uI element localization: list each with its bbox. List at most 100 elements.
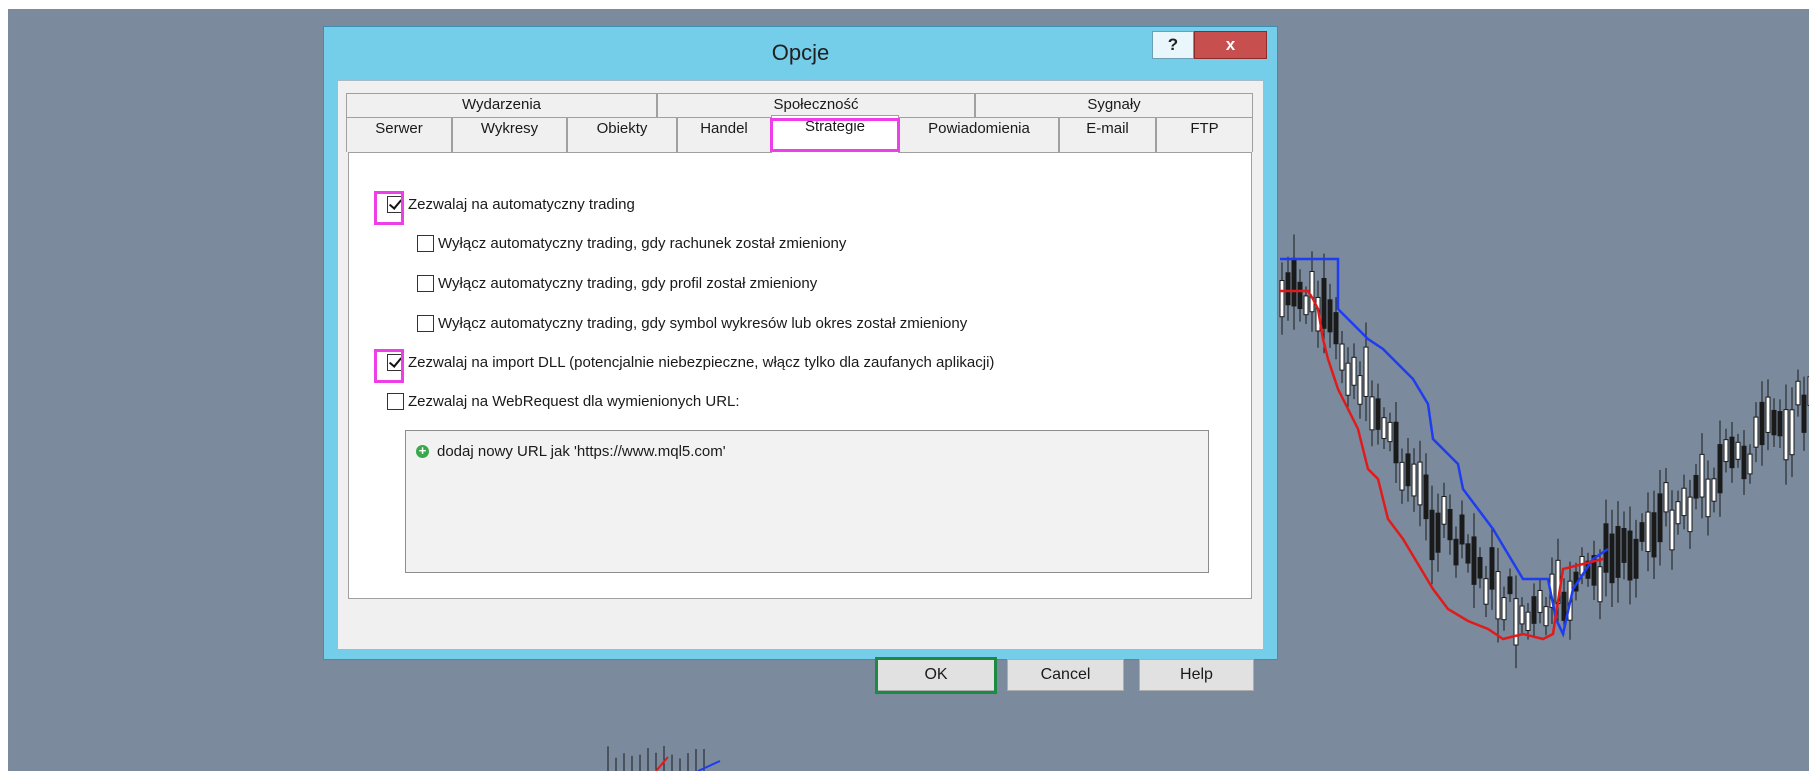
allow-webrequest-option[interactable]: Zezwalaj na WebRequest dla wymienionych … — [387, 393, 740, 410]
candle-body — [1711, 478, 1717, 502]
disable-on-profile-change-label: Wyłącz automatyczny trading, gdy profil … — [438, 275, 818, 292]
tab-strategie[interactable]: Strategie — [771, 115, 899, 153]
candle-body — [1309, 271, 1315, 313]
candle-body — [1369, 396, 1375, 431]
disable-on-account-change-label: Wyłącz automatyczny trading, gdy rachune… — [438, 235, 847, 252]
candle-body — [1603, 523, 1609, 573]
candle-body — [1627, 530, 1633, 581]
candle-body — [1453, 538, 1459, 566]
candle-body — [1663, 482, 1669, 513]
tab-wydarzenia[interactable]: Wydarzenia — [346, 93, 657, 117]
candle-body — [1477, 557, 1483, 579]
candle-body — [1747, 453, 1753, 475]
url-list[interactable]: + dodaj nowy URL jak 'https://www.mql5.c… — [405, 430, 1209, 573]
tab-serwer[interactable]: Serwer — [346, 117, 452, 152]
plus-circle-icon: + — [416, 444, 429, 458]
candle-body — [1435, 512, 1441, 553]
candle-body — [1693, 474, 1699, 499]
add-url-label: dodaj nowy URL jak 'https://www.mql5.com… — [437, 443, 726, 460]
candle-body — [1501, 597, 1507, 621]
disable-on-profile-change-checkbox[interactable] — [417, 275, 434, 292]
disable-on-account-change-checkbox[interactable] — [417, 235, 434, 252]
candle-body — [1327, 299, 1333, 333]
options-dialog: Opcje ? x Wydarzenia Społeczność Sygnały… — [323, 26, 1278, 694]
help-button[interactable]: Help — [1139, 659, 1254, 691]
candle-body — [1519, 605, 1525, 625]
candle-body — [1393, 421, 1399, 464]
candle-body — [1351, 356, 1357, 386]
candle-body — [1399, 461, 1405, 491]
candle-body — [1765, 396, 1771, 433]
candle-body — [1729, 436, 1735, 469]
candle-body — [1363, 346, 1369, 397]
candle-body — [1531, 596, 1537, 624]
dialog-client-area: Wydarzenia Społeczność Sygnały Serwer Wy… — [337, 80, 1264, 694]
candle-body — [1795, 380, 1801, 406]
candle-body — [1285, 272, 1291, 306]
dialog-title: Opcje — [771, 40, 830, 65]
allow-auto-trading-checkbox[interactable] — [387, 196, 404, 213]
candle-body — [1561, 591, 1567, 621]
candle-body — [1495, 571, 1501, 620]
candle-body — [1333, 312, 1339, 345]
candle-body — [1417, 461, 1423, 506]
candle-body — [1633, 538, 1639, 579]
allow-auto-trading-option[interactable]: Zezwalaj na automatyczny trading — [387, 196, 635, 213]
candle-body — [1321, 277, 1327, 329]
candle-body — [1717, 444, 1723, 494]
ok-button[interactable]: OK — [877, 659, 995, 691]
bottom-blue-line — [697, 760, 721, 771]
candle-body — [1375, 398, 1381, 430]
candle-body — [1789, 409, 1795, 456]
candle-body — [1411, 463, 1417, 497]
disable-on-profile-change-option[interactable]: Wyłącz automatyczny trading, gdy profil … — [417, 275, 817, 292]
candle-body — [1423, 474, 1429, 520]
tab-obiekty[interactable]: Obiekty — [567, 117, 677, 152]
allow-dll-import-checkbox[interactable] — [387, 354, 404, 371]
tab-sygnaly[interactable]: Sygnały — [975, 93, 1253, 117]
disable-on-symbol-change-label: Wyłącz automatyczny trading, gdy symbol … — [438, 315, 968, 332]
candle-body — [1405, 453, 1411, 487]
tab-wykresy[interactable]: Wykresy — [452, 117, 567, 152]
tab-powiadomienia[interactable]: Powiadomienia — [899, 117, 1059, 152]
candle-body — [1471, 536, 1477, 585]
candle-body — [1291, 257, 1297, 307]
candle-body — [1645, 511, 1651, 553]
cancel-button[interactable]: Cancel — [1007, 659, 1124, 691]
candle-body — [1669, 509, 1675, 551]
tab-ftp[interactable]: FTP — [1156, 117, 1253, 152]
allow-dll-import-option[interactable]: Zezwalaj na import DLL (potencjalnie nie… — [387, 354, 994, 371]
candle-body — [1777, 411, 1783, 437]
allow-webrequest-label: Zezwalaj na WebRequest dla wymienionych … — [408, 393, 740, 410]
disable-on-symbol-change-option[interactable]: Wyłącz automatyczny trading, gdy symbol … — [417, 315, 967, 332]
candle-body — [1801, 394, 1807, 433]
candle-body — [1735, 441, 1741, 460]
candle-body — [1741, 445, 1747, 480]
allow-webrequest-checkbox[interactable] — [387, 393, 404, 410]
candle-body — [1657, 493, 1663, 543]
candle-body — [1489, 547, 1495, 590]
titlebar-close-button[interactable]: x — [1194, 31, 1267, 59]
candle-body — [1759, 401, 1765, 446]
tab-e-mail[interactable]: E-mail — [1059, 117, 1156, 152]
tab-spolecznosc[interactable]: Społeczność — [657, 93, 975, 117]
allow-dll-import-label: Zezwalaj na import DLL (potencjalnie nie… — [408, 354, 995, 371]
candle-body — [1609, 533, 1615, 584]
candle-body — [1279, 280, 1285, 318]
disable-on-account-change-option[interactable]: Wyłącz automatyczny trading, gdy rachune… — [417, 235, 846, 252]
candle-body — [1429, 509, 1435, 561]
candle-body — [1441, 496, 1447, 525]
candle-body — [1459, 514, 1465, 545]
red-indicator-line — [1280, 289, 1604, 641]
candle-body — [1339, 343, 1345, 371]
candle-body — [1771, 409, 1777, 436]
candle-body — [1699, 453, 1705, 498]
candle-body — [1783, 409, 1789, 461]
tab-handel[interactable]: Handel — [677, 117, 771, 152]
disable-on-symbol-change-checkbox[interactable] — [417, 315, 434, 332]
add-url-item[interactable]: + dodaj nowy URL jak 'https://www.mql5.c… — [416, 443, 726, 460]
titlebar-help-button[interactable]: ? — [1152, 31, 1194, 59]
candle-body — [1513, 598, 1519, 646]
candle-body — [1303, 295, 1309, 316]
candle-body — [1615, 526, 1621, 578]
